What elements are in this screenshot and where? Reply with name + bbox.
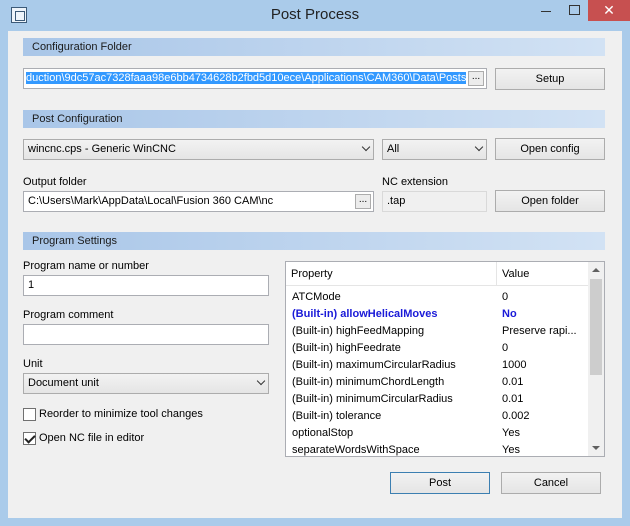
property-value[interactable]: 0: [502, 340, 588, 357]
property-value[interactable]: 0: [502, 289, 588, 306]
property-name: separateWordsWithSpace: [292, 444, 420, 456]
config-folder-browse-button[interactable]: ...: [468, 71, 484, 86]
program-settings-header: Program Settings: [23, 232, 605, 250]
property-value[interactable]: 0.002: [502, 408, 588, 425]
unit-select-value: Document unit: [28, 377, 99, 389]
property-row[interactable]: (Built-in) minimumChordLength 0.01: [286, 374, 590, 391]
post-configuration-header: Post Configuration: [23, 110, 605, 128]
program-comment-input[interactable]: [23, 324, 269, 345]
program-name-label: Program name or number: [23, 260, 149, 272]
property-name: (Built-in) highFeedMapping: [292, 325, 425, 337]
close-icon[interactable]: ✕: [588, 0, 630, 21]
chevron-down-icon: [361, 142, 371, 152]
property-name: ATCMode: [292, 291, 341, 303]
open-folder-button[interactable]: Open folder: [495, 190, 605, 212]
scroll-thumb[interactable]: [590, 279, 602, 375]
cancel-button[interactable]: Cancel: [501, 472, 601, 494]
property-row[interactable]: optionalStop Yes: [286, 425, 590, 442]
post-filter-value: All: [387, 143, 400, 155]
property-row[interactable]: (Built-in) highFeedrate 0: [286, 340, 590, 357]
output-folder-browse-button[interactable]: ...: [355, 194, 371, 209]
chevron-down-icon: [474, 142, 484, 152]
output-folder-label: Output folder: [23, 176, 87, 188]
property-name: (Built-in) maximumCircularRadius: [292, 359, 456, 371]
column-header-value[interactable]: Value: [497, 262, 590, 286]
scroll-up-icon[interactable]: [592, 268, 600, 272]
property-row[interactable]: (Built-in) tolerance 0.002: [286, 408, 590, 425]
property-value[interactable]: Yes: [502, 442, 588, 456]
program-comment-label: Program comment: [23, 309, 114, 321]
property-name: (Built-in) minimumChordLength: [292, 376, 445, 388]
property-grid-header: Property Value: [286, 262, 590, 286]
post-select[interactable]: wincnc.cps - Generic WinCNC: [23, 139, 374, 160]
property-name: (Built-in) highFeedrate: [292, 342, 401, 354]
property-name: optionalStop: [292, 427, 354, 439]
property-row[interactable]: (Built-in) minimumCircularRadius 0.01: [286, 391, 590, 408]
output-folder-field[interactable]: C:\Users\Mark\AppData\Local\Fusion 360 C…: [23, 191, 374, 212]
scroll-down-icon[interactable]: [592, 446, 600, 450]
property-name: (Built-in) minimumCircularRadius: [292, 393, 453, 405]
dialog-body: Configuration Folder duction\9dc57ac7328…: [8, 31, 622, 518]
property-rows: ATCMode 0 (Built-in) allowHelicalMoves No (B…: [286, 289, 590, 456]
post-filter-select[interactable]: All: [382, 139, 487, 160]
property-row[interactable]: (Built-in) maximumCircularRadius 1000: [286, 357, 590, 374]
post-select-value: wincnc.cps - Generic WinCNC: [28, 143, 176, 155]
property-value[interactable]: Yes: [502, 425, 588, 442]
minimize-icon[interactable]: [532, 0, 560, 21]
config-folder-field[interactable]: duction\9dc57ac7328faaa98e6bb4734628b2fb…: [23, 68, 487, 89]
property-value[interactable]: 0.01: [502, 374, 588, 391]
open-nc-checkbox[interactable]: [23, 432, 36, 445]
configuration-folder-header: Configuration Folder: [23, 38, 605, 56]
reorder-checkbox[interactable]: [23, 408, 36, 421]
open-nc-label[interactable]: Open NC file in editor: [39, 432, 144, 444]
property-name: (Built-in) tolerance: [292, 410, 382, 422]
nc-extension-label: NC extension: [382, 176, 449, 188]
chevron-down-icon: [256, 376, 266, 386]
vertical-scrollbar[interactable]: [588, 262, 604, 456]
unit-select[interactable]: Document unit: [23, 373, 269, 394]
property-row[interactable]: (Built-in) highFeedMapping Preserve rapi.…: [286, 323, 590, 340]
output-folder-value: C:\Users\Mark\AppData\Local\Fusion 360 C…: [28, 195, 274, 207]
open-config-button[interactable]: Open config: [495, 138, 605, 160]
title-bar[interactable]: Post Process ✕: [0, 0, 630, 31]
property-value[interactable]: Preserve rapi...: [502, 323, 588, 340]
post-process-window: Post Process ✕ Configuration Folder duct…: [0, 0, 630, 526]
property-grid[interactable]: Property Value ATCMode 0 (Built-in) allowH…: [285, 261, 605, 457]
config-folder-path: duction\9dc57ac7328faaa98e6bb4734628b2fb…: [26, 72, 467, 84]
property-row[interactable]: separateWordsWithSpace Yes: [286, 442, 590, 456]
setup-button[interactable]: Setup: [495, 68, 605, 90]
column-header-property[interactable]: Property: [286, 262, 497, 286]
property-name: (Built-in) allowHelicalMoves: [292, 308, 438, 320]
property-value[interactable]: 1000: [502, 357, 588, 374]
program-name-input[interactable]: 1: [23, 275, 269, 296]
maximize-icon[interactable]: [560, 0, 588, 21]
property-row[interactable]: (Built-in) allowHelicalMoves No: [286, 306, 590, 323]
reorder-label[interactable]: Reorder to minimize tool changes: [39, 408, 203, 420]
nc-extension-field[interactable]: .tap: [382, 191, 487, 212]
property-value[interactable]: No: [502, 306, 588, 323]
post-button[interactable]: Post: [390, 472, 490, 494]
property-value[interactable]: 0.01: [502, 391, 588, 408]
unit-label: Unit: [23, 358, 43, 370]
property-row[interactable]: ATCMode 0: [286, 289, 590, 306]
